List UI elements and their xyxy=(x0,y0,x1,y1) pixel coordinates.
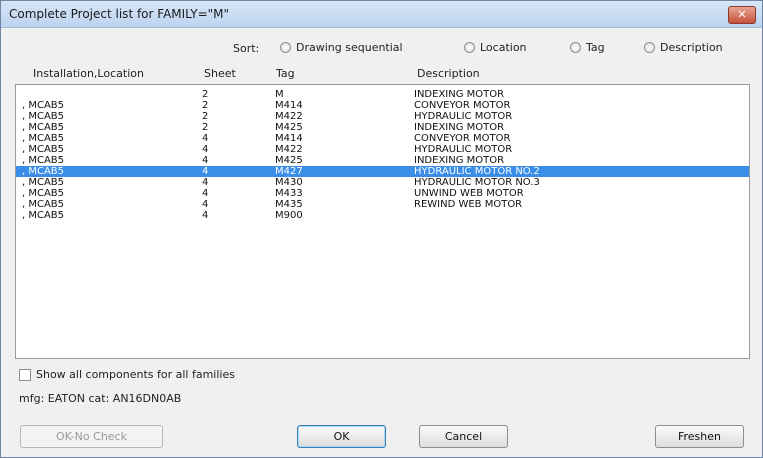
cell-location: , MCAB5 xyxy=(22,100,65,111)
cell-location: , MCAB5 xyxy=(22,166,65,177)
cell-description: INDEXING MOTOR xyxy=(414,122,505,133)
sort-location-radio[interactable]: Location xyxy=(464,41,527,54)
cell-description: HYDRAULIC MOTOR NO.3 xyxy=(414,177,540,188)
close-icon[interactable]: ✕ xyxy=(728,6,756,24)
cell-tag: M xyxy=(275,89,284,100)
cell-description: CONVEYOR MOTOR xyxy=(414,100,511,111)
ok-no-check-button[interactable]: OK-No Check xyxy=(20,425,163,448)
cell-tag: M422 xyxy=(275,144,303,155)
cell-sheet: 4 xyxy=(202,133,209,144)
cell-description: HYDRAULIC MOTOR xyxy=(414,144,513,155)
cell-tag: M414 xyxy=(275,100,303,111)
radio-label: Description xyxy=(660,41,723,54)
cell-location: , MCAB5 xyxy=(22,188,65,199)
cell-location: , MCAB5 xyxy=(22,111,65,122)
window-title: Complete Project list for FAMILY="M" xyxy=(9,7,230,21)
column-header-tag: Tag xyxy=(276,67,295,80)
cell-tag: M900 xyxy=(275,210,303,221)
radio-label: Location xyxy=(480,41,527,54)
radio-label: Drawing sequential xyxy=(296,41,403,54)
project-list[interactable]: 2 M INDEXING MOTOR , MCAB5 2 M414 CONVEYOR MOT… xyxy=(15,84,750,359)
cell-location: , MCAB5 xyxy=(22,177,65,188)
cell-location: , MCAB5 xyxy=(22,210,65,221)
table-row[interactable]: , MCAB5 4 M425 INDEXING MOTOR xyxy=(16,155,749,166)
radio-circle-icon xyxy=(570,42,581,53)
project-list-dialog: Complete Project list for FAMILY="M" ✕ S… xyxy=(0,0,763,458)
cell-location: , MCAB5 xyxy=(22,144,65,155)
cell-tag: M430 xyxy=(275,177,303,188)
sort-label: Sort: xyxy=(233,42,260,55)
cell-location: , MCAB5 xyxy=(22,133,65,144)
cell-sheet: 4 xyxy=(202,155,209,166)
cell-description: CONVEYOR MOTOR xyxy=(414,133,511,144)
cell-description: INDEXING MOTOR xyxy=(414,89,505,100)
cell-description: UNWIND WEB MOTOR xyxy=(414,188,524,199)
cell-tag: M425 xyxy=(275,122,303,133)
cell-tag: M425 xyxy=(275,155,303,166)
cell-description: INDEXING MOTOR xyxy=(414,155,505,166)
cell-location: , MCAB5 xyxy=(22,199,65,210)
mfg-info: mfg: EATON cat: AN16DN0AB xyxy=(19,392,182,405)
freshen-button[interactable]: Freshen xyxy=(655,425,744,448)
table-row[interactable]: 2 M INDEXING MOTOR xyxy=(16,89,749,100)
column-header-sheet: Sheet xyxy=(204,67,236,80)
cell-sheet: 4 xyxy=(202,144,209,155)
cancel-button[interactable]: Cancel xyxy=(419,425,508,448)
cell-sheet: 2 xyxy=(202,122,209,133)
cell-location: , MCAB5 xyxy=(22,122,65,133)
cell-sheet: 2 xyxy=(202,111,209,122)
table-row[interactable]: , MCAB5 4 M430 HYDRAULIC MOTOR NO.3 xyxy=(16,177,749,188)
table-row[interactable]: , MCAB5 4 M414 CONVEYOR MOTOR xyxy=(16,133,749,144)
cell-tag: M433 xyxy=(275,188,303,199)
radio-circle-icon xyxy=(464,42,475,53)
radio-circle-icon xyxy=(644,42,655,53)
cell-location: , MCAB5 xyxy=(22,155,65,166)
cell-tag: M422 xyxy=(275,111,303,122)
cell-sheet: 4 xyxy=(202,210,209,221)
show-all-families-label: Show all components for all families xyxy=(36,368,235,381)
cell-tag: M435 xyxy=(275,199,303,210)
table-row[interactable]: , MCAB5 4 M433 UNWIND WEB MOTOR xyxy=(16,188,749,199)
table-row[interactable]: , MCAB5 2 M425 INDEXING MOTOR xyxy=(16,122,749,133)
cell-sheet: 4 xyxy=(202,199,209,210)
sort-description-radio[interactable]: Description xyxy=(644,41,723,54)
cell-sheet: 4 xyxy=(202,188,209,199)
column-header-description: Description xyxy=(417,67,480,80)
show-all-families-checkbox[interactable]: Show all components for all families xyxy=(19,368,235,381)
table-row[interactable]: , MCAB5 4 M900 xyxy=(16,210,749,221)
cell-sheet: 4 xyxy=(202,177,209,188)
cell-description: HYDRAULIC MOTOR xyxy=(414,111,513,122)
cell-sheet: 2 xyxy=(202,100,209,111)
radio-circle-icon xyxy=(280,42,291,53)
column-header-location: Installation,Location xyxy=(33,67,144,80)
sort-tag-radio[interactable]: Tag xyxy=(570,41,605,54)
radio-label: Tag xyxy=(586,41,605,54)
sort-drawing-sequential-radio[interactable]: Drawing sequential xyxy=(280,41,403,54)
ok-button[interactable]: OK xyxy=(297,425,386,448)
cell-sheet: 2 xyxy=(202,89,209,100)
checkbox-box-icon xyxy=(19,368,31,381)
cell-tag: M427 xyxy=(275,166,303,177)
cell-description: REWIND WEB MOTOR xyxy=(414,199,523,210)
table-row[interactable]: , MCAB5 2 M422 HYDRAULIC MOTOR xyxy=(16,111,749,122)
title-bar: Complete Project list for FAMILY="M" ✕ xyxy=(1,1,762,28)
table-row[interactable]: , MCAB5 4 M435 REWIND WEB MOTOR xyxy=(16,199,749,210)
table-row[interactable]: , MCAB5 2 M414 CONVEYOR MOTOR xyxy=(16,100,749,111)
table-row[interactable]: , MCAB5 4 M422 HYDRAULIC MOTOR xyxy=(16,144,749,155)
table-row[interactable]: , MCAB5 4 M427 HYDRAULIC MOTOR NO.2 xyxy=(16,166,749,177)
cell-sheet: 4 xyxy=(202,166,209,177)
cell-description: HYDRAULIC MOTOR NO.2 xyxy=(414,166,540,177)
cell-tag: M414 xyxy=(275,133,303,144)
